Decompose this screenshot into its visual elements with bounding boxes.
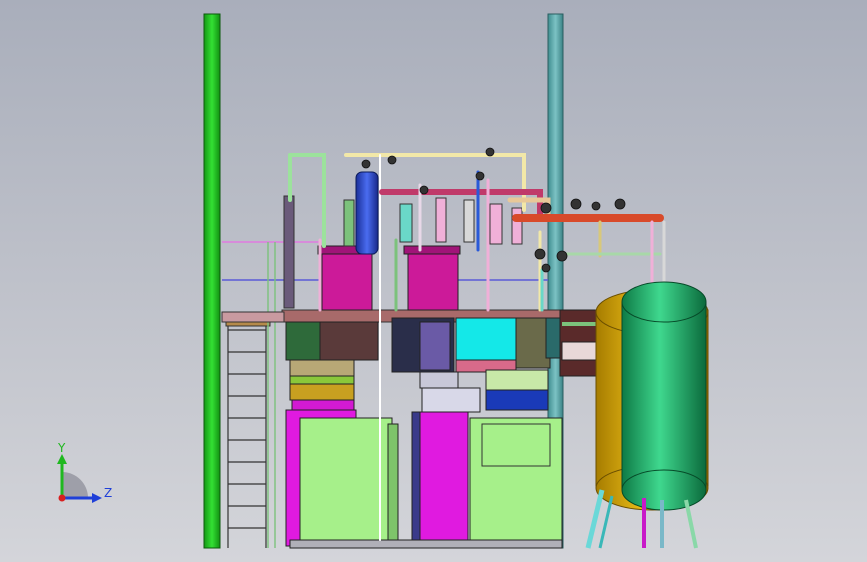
triad-origin-icon bbox=[58, 494, 66, 502]
cabinet-lime-right bbox=[469, 417, 563, 545]
platform-deck-left bbox=[221, 311, 285, 323]
z-axis-arrowhead-icon bbox=[92, 493, 102, 503]
y-axis-label: Y bbox=[57, 441, 66, 455]
column-blue bbox=[355, 171, 379, 255]
panel-gold bbox=[289, 383, 355, 401]
panel-lime-strip bbox=[289, 375, 355, 385]
panel-mid-grey bbox=[419, 371, 459, 389]
reactor-magenta-right bbox=[407, 249, 459, 311]
module-navy-inner bbox=[419, 321, 451, 371]
module-brown bbox=[319, 321, 379, 361]
cabinet-purple-side bbox=[411, 411, 421, 547]
panel-magenta-top bbox=[291, 399, 355, 411]
z-axis-label: Z bbox=[104, 486, 112, 500]
panel-mid-blue bbox=[421, 387, 481, 413]
ladder bbox=[227, 325, 267, 548]
cabinet-lime-left-side bbox=[387, 423, 399, 543]
module-olive bbox=[515, 317, 551, 369]
module-dark-green bbox=[285, 321, 323, 361]
reactor-magenta-right-lid bbox=[403, 245, 461, 255]
base-plinth bbox=[289, 539, 563, 549]
panel-lime-wide bbox=[485, 369, 549, 391]
coordinate-triad[interactable]: Y Z bbox=[57, 441, 112, 503]
panel-blue-wide bbox=[485, 389, 549, 411]
cad-viewport[interactable]: Y Z bbox=[0, 0, 867, 562]
panel-olive bbox=[289, 359, 355, 377]
triad-quadrant bbox=[62, 472, 88, 498]
y-axis-arrowhead-icon bbox=[57, 454, 67, 464]
cabinet-lime-left bbox=[299, 417, 393, 545]
chimney-stack-green bbox=[203, 13, 221, 549]
reactor-magenta-left bbox=[321, 249, 373, 311]
